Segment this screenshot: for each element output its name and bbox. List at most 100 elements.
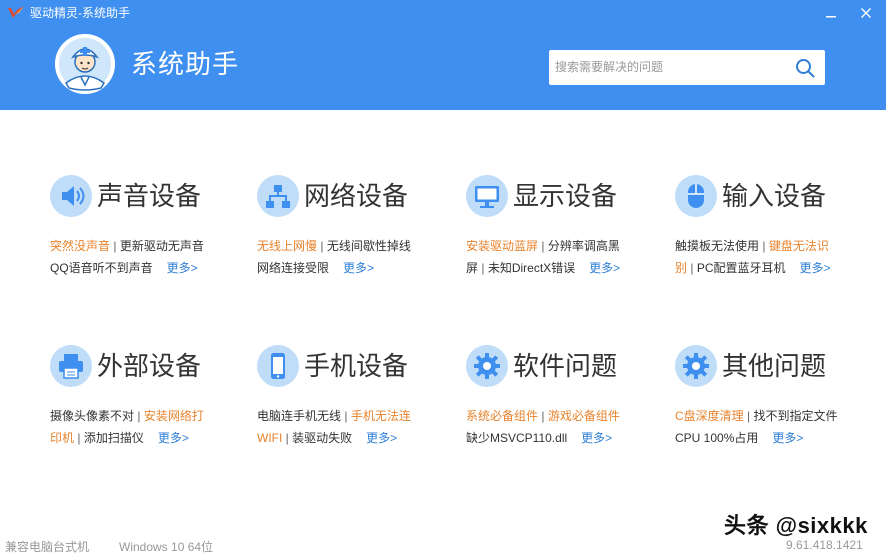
speaker-icon	[50, 175, 92, 217]
search-button[interactable]	[793, 56, 817, 80]
category-header[interactable]: 手机设备	[257, 345, 447, 389]
problem-link[interactable]: 系统必备组件	[466, 409, 538, 423]
problem-link[interactable]: 无线上网慢	[257, 239, 317, 253]
problem-link[interactable]: 添加扫描仪	[84, 431, 144, 445]
monitor-icon	[466, 175, 508, 217]
problem-link[interactable]: 手机无法连	[351, 409, 411, 423]
separator: |	[538, 409, 548, 423]
problem-link[interactable]: 突然没声音	[50, 239, 110, 253]
category-header[interactable]: 输入设备	[675, 175, 865, 219]
problem-links: 系统必备组件 | 游戏必备组件缺少MSVCP110.dll 更多>	[466, 405, 636, 449]
gear-icon	[675, 345, 717, 387]
category-header[interactable]: 显示设备	[466, 175, 656, 219]
problem-link[interactable]: PC配置蓝牙耳机	[697, 261, 786, 275]
more-link[interactable]: 更多>	[772, 431, 803, 445]
category-title: 外部设备	[97, 351, 202, 381]
problem-link[interactable]: 网络连接受限	[257, 261, 329, 275]
problem-line: QQ语音听不到声音 更多>	[50, 257, 220, 279]
separator: |	[538, 239, 548, 253]
network-icon	[257, 175, 299, 217]
category-header[interactable]: 声音设备	[50, 175, 240, 219]
doctor-avatar-icon	[55, 34, 115, 94]
separator: |	[134, 409, 144, 423]
problem-line: 电脑连手机无线 | 手机无法连	[257, 405, 427, 427]
problem-link[interactable]: QQ语音听不到声音	[50, 261, 153, 275]
app-logo-icon	[8, 6, 24, 18]
category-card: 软件问题系统必备组件 | 游戏必备组件缺少MSVCP110.dll 更多>	[466, 345, 656, 475]
category-header[interactable]: 外部设备	[50, 345, 240, 389]
problem-links: 无线上网慢 | 无线间歇性掉线 网络连接受限 更多>	[257, 235, 427, 279]
header-bar: 驱动精灵-系统助手 系统助手	[0, 0, 886, 110]
problem-links: 突然没声音 | 更新驱动无声音 QQ语音听不到声音 更多>	[50, 235, 220, 279]
problem-link[interactable]: 装驱动失败	[292, 431, 352, 445]
more-link[interactable]: 更多>	[158, 431, 189, 445]
problem-links: 触摸板无法使用 | 键盘无法识别 | PC配置蓝牙耳机 更多>	[675, 235, 845, 279]
category-title: 输入设备	[722, 181, 827, 211]
category-card: 输入设备触摸板无法使用 | 键盘无法识别 | PC配置蓝牙耳机 更多>	[675, 175, 865, 305]
category-header[interactable]: 其他问题	[675, 345, 865, 389]
problem-link[interactable]: 触摸板无法使用	[675, 239, 759, 253]
separator: |	[282, 431, 293, 445]
problem-link[interactable]: CPU 100%占用	[675, 431, 758, 445]
gear-icon	[466, 345, 508, 387]
separator: |	[74, 431, 84, 445]
problem-link[interactable]: WIFI	[257, 431, 282, 445]
category-card: 其他问题 C盘深度清理 | 找不到指定文件 CPU 100%占用 更多>	[675, 345, 865, 475]
problem-line: 突然没声音 | 更新驱动无声音	[50, 235, 220, 257]
category-title: 其他问题	[722, 351, 827, 381]
problem-line: 系统必备组件 | 游戏必备组件	[466, 405, 636, 427]
problem-link[interactable]: 印机	[50, 431, 74, 445]
separator: |	[478, 261, 488, 275]
minimize-button[interactable]	[822, 4, 840, 22]
problem-link[interactable]: 电脑连手机无线	[257, 409, 341, 423]
problem-line: 触摸板无法使用 | 键盘无法识	[675, 235, 845, 257]
problem-line: 无线上网慢 | 无线间歇性掉线	[257, 235, 427, 257]
problem-link[interactable]: 别	[675, 261, 687, 275]
search-icon	[796, 59, 815, 78]
problem-link[interactable]: 分辨率调高黑	[548, 239, 620, 253]
problem-line: 缺少MSVCP110.dll 更多>	[466, 427, 636, 449]
problem-link[interactable]: 游戏必备组件	[548, 409, 620, 423]
problem-link[interactable]: 安装驱动蓝屏	[466, 239, 538, 253]
app-title: 驱动精灵-系统助手	[30, 6, 130, 20]
problem-link[interactable]: 找不到指定文件	[753, 409, 837, 423]
separator: |	[110, 239, 120, 253]
close-button[interactable]	[857, 4, 875, 22]
minimize-icon	[826, 16, 836, 18]
os-version: Windows 10 64位	[119, 540, 214, 554]
problem-link[interactable]: 安装网络打	[144, 409, 204, 423]
category-header[interactable]: 软件问题	[466, 345, 656, 389]
problem-link[interactable]: 键盘无法识	[769, 239, 829, 253]
problem-link[interactable]: C盘深度清理	[675, 409, 744, 423]
problem-link[interactable]: 无线间歇性掉线	[327, 239, 411, 253]
category-title: 声音设备	[97, 181, 202, 211]
more-link[interactable]: 更多>	[366, 431, 397, 445]
category-header[interactable]: 网络设备	[257, 175, 447, 219]
more-link[interactable]: 更多>	[167, 261, 198, 275]
search-input[interactable]	[555, 56, 785, 78]
problem-link[interactable]: 未知DirectX错误	[488, 261, 575, 275]
separator: |	[743, 409, 754, 423]
problem-links: 摄像头像素不对 | 安装网络打印机 | 添加扫描仪 更多>	[50, 405, 220, 449]
problem-link[interactable]: 更新驱动无声音	[120, 239, 204, 253]
watermark-text: 头条 @sixkkk	[724, 513, 868, 538]
problem-link[interactable]: 摄像头像素不对	[50, 409, 134, 423]
problem-line: CPU 100%占用 更多>	[675, 427, 845, 449]
title-bar[interactable]: 驱动精灵-系统助手	[0, 0, 886, 26]
category-card: 网络设备 无线上网慢 | 无线间歇性掉线 网络连接受限 更多>	[257, 175, 447, 305]
problem-line: 别 | PC配置蓝牙耳机 更多>	[675, 257, 845, 279]
category-title: 手机设备	[304, 351, 409, 381]
more-link[interactable]: 更多>	[581, 431, 612, 445]
more-link[interactable]: 更多>	[799, 261, 830, 275]
category-card: 外部设备摄像头像素不对 | 安装网络打印机 | 添加扫描仪 更多>	[50, 345, 240, 475]
search-box	[549, 50, 825, 85]
mouse-icon	[675, 175, 717, 217]
problem-line: 网络连接受限 更多>	[257, 257, 427, 279]
problem-link[interactable]: 屏	[466, 261, 478, 275]
more-link[interactable]: 更多>	[343, 261, 374, 275]
more-link[interactable]: 更多>	[589, 261, 620, 275]
problem-links: C盘深度清理 | 找不到指定文件 CPU 100%占用 更多>	[675, 405, 845, 449]
problem-line: WIFI | 装驱动失败 更多>	[257, 427, 427, 449]
category-title: 网络设备	[304, 181, 409, 211]
problem-link[interactable]: 缺少MSVCP110.dll	[466, 431, 567, 445]
